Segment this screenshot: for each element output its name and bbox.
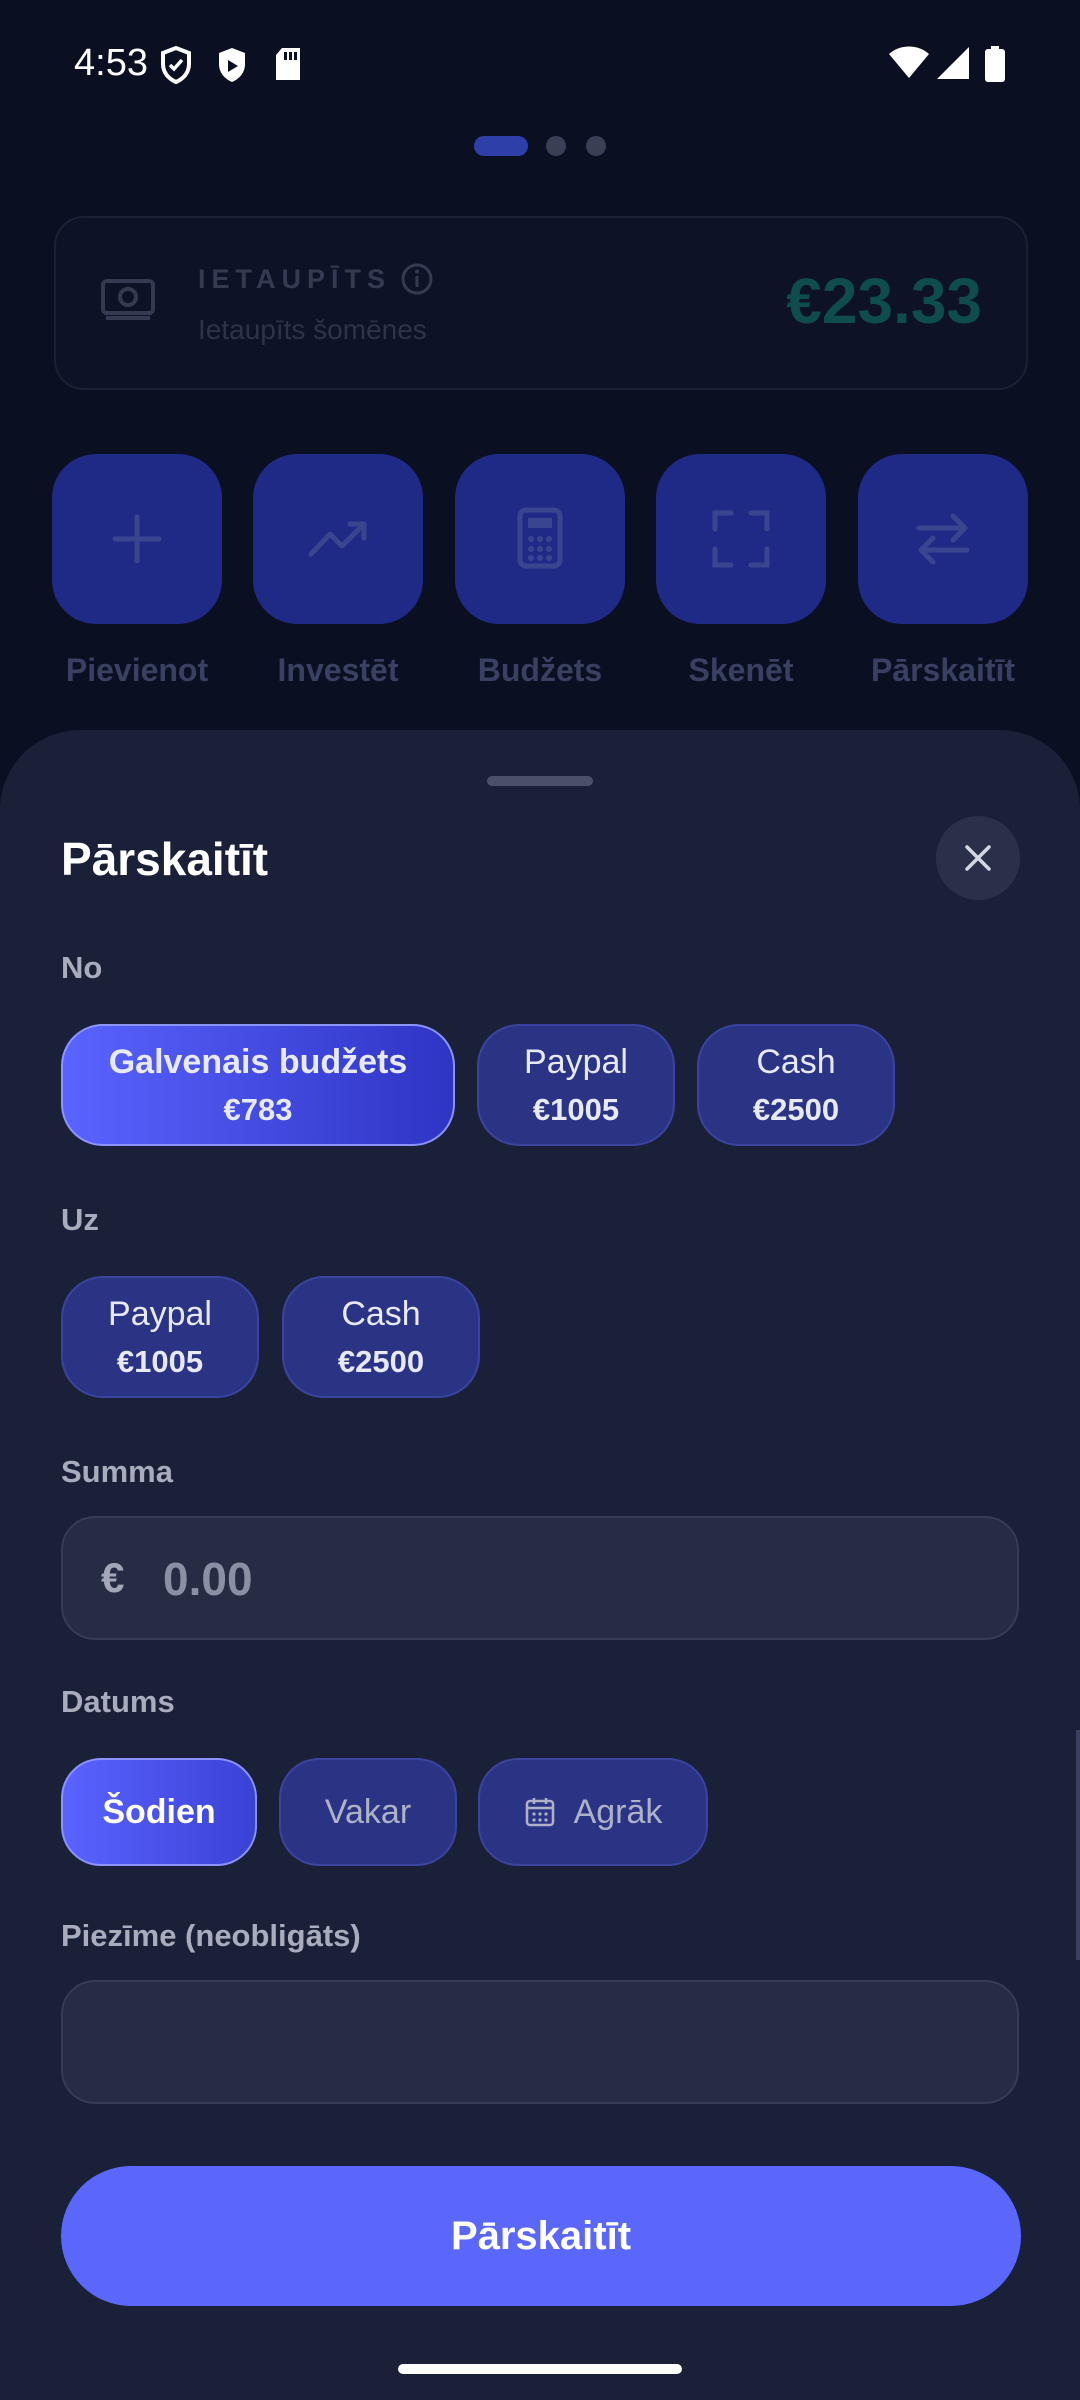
account-balance: €1005 [116, 1344, 204, 1379]
scan-action-label: Skenēt [688, 652, 794, 688]
add-action-label: Pievienot [65, 652, 209, 688]
to-label: Uz [61, 1202, 99, 1237]
sd-card-icon [276, 48, 300, 80]
account-balance: €783 [223, 1092, 293, 1127]
note-input[interactable] [93, 2002, 987, 2084]
date-today-chip[interactable]: Šodien [61, 1758, 257, 1866]
to-account-paypal[interactable]: Paypal €1005 [61, 1276, 259, 1398]
page-indicator [0, 136, 1080, 160]
from-label: No [61, 950, 103, 985]
date-option-label: Šodien [102, 1792, 216, 1831]
money-icon [101, 279, 155, 320]
amount-input[interactable] [161, 1540, 965, 1618]
scan-icon [712, 510, 770, 568]
account-name: Cash [756, 1043, 836, 1081]
account-balance: €1005 [532, 1092, 620, 1127]
savings-subtitle: Ietaupīts šomēnes [198, 314, 427, 345]
date-label: Datums [61, 1684, 175, 1719]
close-icon [965, 845, 991, 871]
submit-label: Pārskaitīt [450, 2213, 632, 2258]
scrollbar[interactable] [1076, 1730, 1080, 1960]
info-icon[interactable] [400, 262, 434, 296]
transfer-submit-button[interactable]: Pārskaitīt [61, 2166, 1021, 2306]
calendar-icon [525, 1798, 554, 1827]
sheet-drag-handle[interactable] [487, 776, 593, 786]
account-name: Cash [341, 1295, 421, 1333]
shield-icon [219, 48, 245, 82]
home-indicator[interactable] [398, 2364, 682, 2374]
savings-title: IETAUPĪTS [198, 264, 392, 294]
page-dot [586, 136, 606, 156]
page-dot-active [474, 136, 528, 156]
account-balance: €2500 [337, 1344, 425, 1379]
amount-label: Summa [61, 1454, 173, 1489]
wifi-icon [889, 46, 929, 78]
account-name: Paypal [108, 1295, 212, 1333]
account-balance: €2500 [752, 1092, 840, 1127]
date-earlier-chip[interactable]: Agrāk [478, 1758, 708, 1866]
add-action-button[interactable] [52, 454, 222, 624]
status-bar: 4:53 [0, 0, 1080, 130]
account-name: Paypal [524, 1043, 628, 1081]
savings-card[interactable]: IETAUPĪTS Ietaupīts šomēnes €23.33 [54, 216, 1028, 390]
close-button[interactable] [936, 816, 1020, 900]
amount-field[interactable]: € [61, 1516, 1019, 1640]
note-field[interactable] [61, 1980, 1019, 2104]
transfer-action-label: Pārskaitīt [870, 652, 1016, 688]
invest-action-label: Investēt [277, 652, 399, 688]
to-account-cash[interactable]: Cash €2500 [282, 1276, 480, 1398]
trending-up-icon [308, 521, 367, 557]
plus-icon [112, 514, 162, 564]
budget-action-label: Budžets [477, 652, 603, 688]
from-account-galvenais[interactable]: Galvenais budžets €783 [61, 1024, 455, 1146]
calculator-icon [517, 507, 563, 569]
status-time: 4:53 [74, 42, 148, 84]
invest-action-button[interactable] [253, 454, 423, 624]
signal-icon [937, 47, 969, 79]
date-yesterday-chip[interactable]: Vakar [279, 1758, 457, 1866]
date-option-label: Vakar [324, 1792, 412, 1831]
date-option-label: Agrāk [573, 1792, 663, 1831]
note-label: Piezīme (neobligāts) [61, 1918, 361, 1953]
savings-amount: €23.33 [786, 265, 982, 337]
account-name: Galvenais budžets [108, 1043, 408, 1081]
sheet-title: Pārskaitīt [61, 833, 269, 885]
transfer-sheet: Pārskaitīt No Galvenais budžets €783 Pay… [0, 730, 1080, 2400]
page-dot [546, 136, 566, 156]
transfer-icon [916, 513, 970, 565]
currency-symbol: € [101, 1554, 125, 1601]
transfer-action-button[interactable] [858, 454, 1028, 624]
scan-action-button[interactable] [656, 454, 826, 624]
vpn-shield-icon [161, 46, 191, 84]
budget-action-button[interactable] [455, 454, 625, 624]
from-account-cash[interactable]: Cash €2500 [697, 1024, 895, 1146]
battery-icon [985, 46, 1005, 82]
from-account-paypal[interactable]: Paypal €1005 [477, 1024, 675, 1146]
